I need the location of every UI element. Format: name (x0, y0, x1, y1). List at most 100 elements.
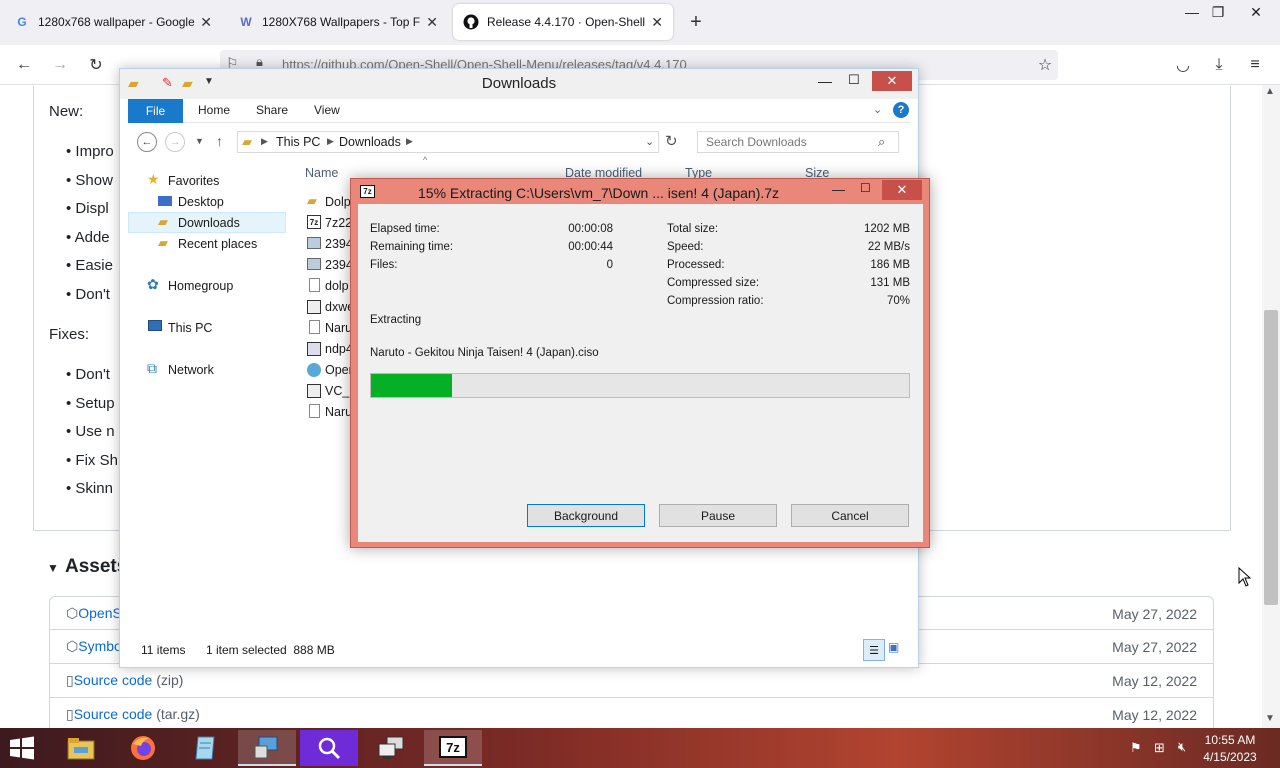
large-icons-view-icon[interactable]: ▣ (888, 640, 899, 654)
close-window-icon[interactable]: ✕ (872, 71, 912, 91)
nav-downloads[interactable]: Downloads (178, 216, 240, 230)
assets-collapse-icon[interactable]: ▼ (47, 561, 59, 575)
7z-taskbar-icon[interactable]: 7z (424, 730, 482, 766)
tab-wallpapers[interactable]: W 1280X768 Wallpapers - Top Free ✕ (228, 4, 448, 40)
pocket-icon[interactable]: ◡ (1171, 53, 1195, 77)
menu-icon[interactable]: ≡ (1243, 53, 1267, 77)
nav-homegroup[interactable]: Homegroup (168, 279, 233, 293)
back-icon[interactable]: ← (12, 53, 36, 77)
remote-desktop-icon[interactable] (362, 730, 420, 766)
action-center-flag-icon[interactable]: ⚑ (1130, 740, 1142, 756)
tab-github-release[interactable]: Release 4.4.170 · Open-Shell/Op ✕ (453, 4, 673, 40)
file-icon (309, 320, 320, 334)
explorer-ribbon: File Home Share View ⌄ ? (128, 99, 910, 123)
close-tab-icon[interactable]: ✕ (200, 14, 212, 31)
downloads-icon[interactable]: ⤓ (1207, 53, 1231, 77)
close-tab-icon[interactable]: ✕ (651, 14, 663, 31)
extract-progress-dialog[interactable]: 7z 15% Extracting C:\Users\vm_7\Down ...… (350, 178, 930, 548)
nav-recent-places[interactable]: Recent places (178, 237, 257, 251)
network-icon[interactable]: ⊞ (1154, 740, 1165, 756)
bookmark-star-icon[interactable]: ☆ (1033, 53, 1057, 77)
recent-locations-icon[interactable]: ▼ (195, 136, 204, 146)
breadcrumb-this-pc[interactable]: This PC (276, 135, 320, 149)
asset-name: OpenS (78, 605, 122, 621)
tab-share[interactable]: Share (256, 103, 288, 117)
notepad-icon[interactable] (176, 730, 234, 766)
list-item: • Fix Sh (66, 452, 118, 469)
setup-taskbar-icon[interactable] (238, 730, 296, 766)
tab-google-search[interactable]: G 1280x768 wallpaper - Google Se ✕ (4, 4, 222, 40)
firefox-icon[interactable] (114, 730, 172, 766)
file-name[interactable]: dolp (325, 279, 349, 293)
file-explorer-taskbar-icon[interactable] (52, 730, 110, 766)
close-window-icon[interactable]: ✕ (882, 180, 922, 200)
nav-this-pc[interactable]: This PC (168, 321, 212, 335)
file-name[interactable]: Oper (325, 363, 353, 377)
nav-network[interactable]: Network (168, 363, 214, 377)
minimize-window-icon[interactable]: — (832, 182, 845, 197)
details-view-icon[interactable]: ☰ (863, 639, 885, 661)
asset-row[interactable]: ▯Source code (zip) May 12, 2022 (49, 664, 1214, 698)
maximize-window-icon[interactable]: ☐ (848, 72, 860, 88)
new-tab-icon[interactable]: + (684, 10, 708, 34)
asset-name: Symbo (78, 638, 122, 654)
chevron-right-icon: ▶ (406, 136, 413, 146)
file-name[interactable]: Naru (325, 321, 352, 335)
compression-ratio-value: 70% (886, 295, 910, 307)
list-item: • Don't (66, 286, 110, 303)
address-bar[interactable]: ▰ ▶ This PC ▶ Downloads ▶ ⌄ (237, 131, 659, 153)
clock-date[interactable]: 4/15/2023 (1200, 750, 1260, 764)
magnifier-icon[interactable] (300, 730, 358, 766)
file-name[interactable]: ndp4 (325, 342, 353, 356)
7z-app-icon: 7z (439, 736, 467, 758)
file-name[interactable]: 2394 (325, 258, 353, 272)
file-name[interactable]: Naru (325, 405, 352, 419)
close-window-icon[interactable]: ✕ (1240, 0, 1272, 24)
tab-file[interactable]: File (128, 99, 183, 123)
nav-desktop[interactable]: Desktop (178, 195, 224, 209)
expand-ribbon-icon[interactable]: ⌄ (873, 103, 882, 116)
asset-link[interactable]: ⬡OpenS (66, 605, 122, 622)
asset-link[interactable]: ▯Source code (zip) (66, 672, 183, 689)
forward-icon[interactable]: → (48, 53, 72, 77)
asset-ext: (tar.gz) (156, 706, 200, 722)
tab-home[interactable]: Home (198, 103, 230, 117)
background-button[interactable]: Background (527, 504, 645, 527)
search-icon[interactable]: ⌕ (878, 134, 885, 150)
forward-icon[interactable]: → (165, 132, 185, 152)
file-name[interactable]: 2394 (325, 237, 353, 251)
reload-icon[interactable]: ↻ (84, 53, 108, 77)
nav-favorites[interactable]: Favorites (168, 174, 219, 188)
volume-muted-icon[interactable]: 🔇︎ (1178, 739, 1186, 755)
search-input[interactable]: Search Downloads ⌕ (697, 131, 899, 153)
up-icon[interactable]: ↑ (216, 133, 223, 149)
refresh-icon[interactable]: ↻ (665, 132, 678, 150)
asset-link[interactable]: ⬡Symbo (66, 638, 122, 655)
pause-button[interactable]: Pause (659, 504, 777, 527)
back-icon[interactable]: ← (137, 132, 157, 152)
maximize-window-icon[interactable]: ❐ (1202, 0, 1234, 24)
minimize-window-icon[interactable]: — (818, 73, 832, 89)
scrollbar-thumb[interactable] (1264, 310, 1278, 605)
progress-fill (371, 374, 452, 397)
clock-time[interactable]: 10:55 AM (1200, 733, 1260, 747)
asset-link[interactable]: ▯Source code (tar.gz) (66, 706, 200, 723)
file-name[interactable]: Dolp (325, 195, 351, 209)
breadcrumb-downloads[interactable]: Downloads (339, 135, 401, 149)
tab-view[interactable]: View (314, 103, 340, 117)
explorer-title-bar[interactable]: ▰ ✎ ▰ ▼ Downloads — ☐ ✕ (120, 69, 918, 99)
column-name[interactable]: Name (305, 166, 338, 180)
asset-date: May 12, 2022 (1112, 707, 1197, 723)
scroll-up-icon[interactable]: ▲ (1265, 86, 1275, 97)
windows-start-icon[interactable] (8, 736, 36, 763)
asset-row[interactable]: ▯Source code (tar.gz) May 12, 2022 (49, 698, 1214, 732)
cancel-button[interactable]: Cancel (791, 504, 909, 527)
folder-icon: ▰ (307, 193, 317, 208)
file-name[interactable]: 7z22 (325, 216, 352, 230)
maximize-window-icon[interactable]: ☐ (860, 181, 871, 195)
close-tab-icon[interactable]: ✕ (426, 14, 438, 31)
open-shell-icon (307, 363, 321, 377)
help-icon[interactable]: ? (893, 102, 909, 118)
chevron-down-icon[interactable]: ⌄ (645, 135, 654, 148)
scroll-down-icon[interactable]: ▼ (1265, 713, 1275, 724)
